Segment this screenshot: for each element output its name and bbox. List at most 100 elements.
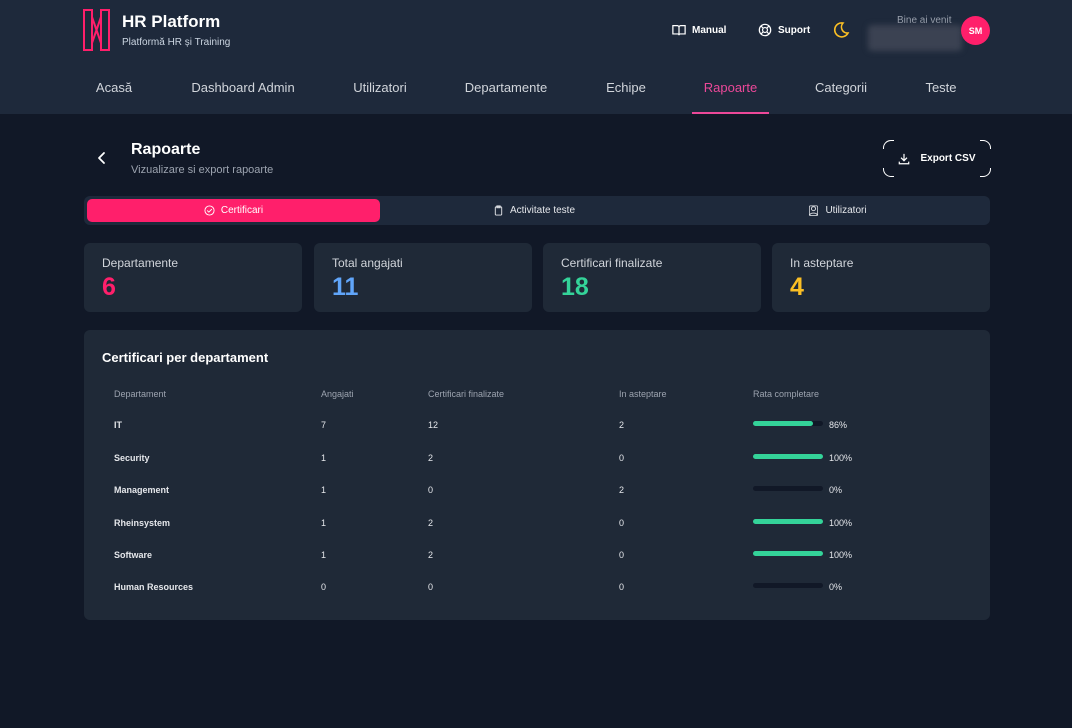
brand-title: HR Platform: [122, 12, 221, 31]
export-csv-button[interactable]: Export CSV: [882, 139, 992, 178]
completion-progress-bar: [753, 454, 823, 459]
nav-active-indicator: [692, 112, 769, 114]
support-button[interactable]: Suport: [758, 20, 810, 40]
cell-completion-rate: 0%: [829, 485, 843, 495]
cell-completed: 0: [428, 485, 434, 495]
main-nav: Acasă Dashboard Admin Utilizatori Depart…: [0, 66, 1072, 114]
user-name-redacted: [868, 25, 962, 51]
completion-progress-fill: [753, 551, 823, 556]
column-header-departament: Departament: [114, 389, 167, 399]
cell-pending: 0: [619, 453, 625, 463]
cell-completed: 2: [428, 453, 434, 463]
stat-label: In asteptare: [790, 256, 854, 270]
cell-completed: 2: [428, 550, 434, 560]
cell-employees: 1: [321, 518, 327, 528]
avatar[interactable]: SM: [961, 16, 990, 45]
tab-certificari[interactable]: Certificari: [87, 199, 380, 222]
completion-progress-bar: [753, 583, 823, 588]
page-subtitle: Vizualizare si export rapoarte: [131, 164, 274, 176]
completion-progress-bar: [753, 519, 823, 524]
cell-completion-rate: 100%: [829, 453, 853, 463]
cell-department: Human Resources: [114, 582, 194, 592]
page-title: Rapoarte: [131, 141, 201, 158]
book-icon: [672, 25, 686, 36]
manual-label: Manual: [692, 24, 727, 36]
table-row: IT 7 12 2 86%: [84, 419, 990, 451]
column-header-in-asteptare: In asteptare: [619, 389, 667, 399]
cell-pending: 2: [619, 420, 625, 430]
tab-activitate-teste[interactable]: Activitate teste: [383, 199, 685, 222]
cell-employees: 1: [321, 453, 327, 463]
table-row: Human Resources 0 0 0 0%: [84, 581, 990, 613]
cell-employees: 0: [321, 582, 327, 592]
cell-completion-rate: 100%: [829, 518, 853, 528]
nav-item-rapoarte[interactable]: Rapoarte: [692, 66, 769, 114]
column-header-angajati: Angajati: [321, 389, 354, 399]
completion-progress-fill: [753, 519, 823, 524]
completion-progress-bar: [753, 421, 823, 426]
stat-value: 11: [332, 273, 359, 301]
column-header-rata-completare: Rata completare: [753, 389, 820, 399]
column-header-certificari: Certificari finalizate: [428, 389, 505, 399]
clipboard-icon: [494, 205, 503, 216]
back-arrow-icon[interactable]: [94, 150, 110, 166]
cell-completion-rate: 86%: [829, 420, 848, 430]
stat-label: Certificari finalizate: [561, 256, 663, 270]
users-icon: [809, 205, 819, 216]
check-circle-icon: [204, 205, 215, 216]
cell-department: Management: [114, 485, 170, 495]
logo-icon: [83, 9, 110, 51]
download-icon: [899, 153, 910, 164]
cell-employees: 1: [321, 550, 327, 560]
brand-subtitle: Platformă HR și Training: [122, 37, 231, 48]
stat-value: 4: [790, 273, 804, 301]
tab-certificari-label: Certificari: [220, 205, 264, 216]
table-row: Rheinsystem 1 2 0 100%: [84, 517, 990, 549]
cell-pending: 0: [619, 550, 625, 560]
cell-department: Security: [114, 453, 150, 463]
stat-value: 18: [561, 273, 589, 301]
tab-utilizatori[interactable]: Utilizatori: [688, 199, 987, 222]
cell-pending: 0: [619, 582, 625, 592]
cell-employees: 1: [321, 485, 327, 495]
completion-progress-fill: [753, 454, 823, 459]
cell-department: Rheinsystem: [114, 518, 171, 528]
table-row: Management 1 0 2 0%: [84, 484, 990, 516]
stat-card-departamente: Departamente 6: [84, 243, 302, 312]
completion-progress-fill: [753, 421, 814, 426]
manual-button[interactable]: Manual: [672, 20, 726, 40]
report-tabs: Certificari Activitate teste Utilizatori: [84, 196, 990, 225]
nav-item-acasa[interactable]: Acasă: [84, 66, 144, 114]
certifications-table-panel: Certificari per departament Departament …: [84, 330, 990, 620]
nav-item-categorii[interactable]: Categorii: [806, 66, 876, 114]
stat-card-in-asteptare: In asteptare 4: [772, 243, 990, 312]
nav-item-teste[interactable]: Teste: [915, 66, 967, 114]
completion-progress-bar: [753, 486, 823, 491]
lifebuoy-icon: [758, 23, 772, 37]
stat-label: Total angajati: [332, 256, 403, 270]
nav-item-departamente[interactable]: Departamente: [454, 66, 558, 114]
nav-item-dashboard-admin[interactable]: Dashboard Admin: [178, 66, 308, 114]
nav-item-echipe[interactable]: Echipe: [596, 66, 656, 114]
cell-completion-rate: 100%: [829, 550, 853, 560]
stat-card-certificari-finalizate: Certificari finalizate 18: [543, 243, 761, 312]
tab-utilizatori-label: Utilizatori: [825, 205, 867, 216]
cell-completed: 0: [428, 582, 434, 592]
cell-employees: 7: [321, 420, 327, 430]
nav-item-utilizatori[interactable]: Utilizatori: [342, 66, 418, 114]
cell-completion-rate: 0%: [829, 582, 843, 592]
app-header: HR Platform Platformă HR și Training Man…: [0, 0, 1072, 114]
cell-department: Software: [114, 550, 153, 560]
support-label: Suport: [778, 24, 811, 36]
completion-progress-bar: [753, 551, 823, 556]
stat-value: 6: [102, 273, 116, 301]
cell-pending: 0: [619, 518, 625, 528]
table-row: Software 1 2 0 100%: [84, 549, 990, 581]
tab-activitate-teste-label: Activitate teste: [509, 205, 576, 216]
table-row: Security 1 2 0 100%: [84, 452, 990, 484]
stat-card-total-angajati: Total angajati 11: [314, 243, 532, 312]
cell-completed: 12: [428, 420, 439, 430]
moon-icon[interactable]: [832, 21, 850, 39]
cell-completed: 2: [428, 518, 434, 528]
cell-pending: 2: [619, 485, 625, 495]
